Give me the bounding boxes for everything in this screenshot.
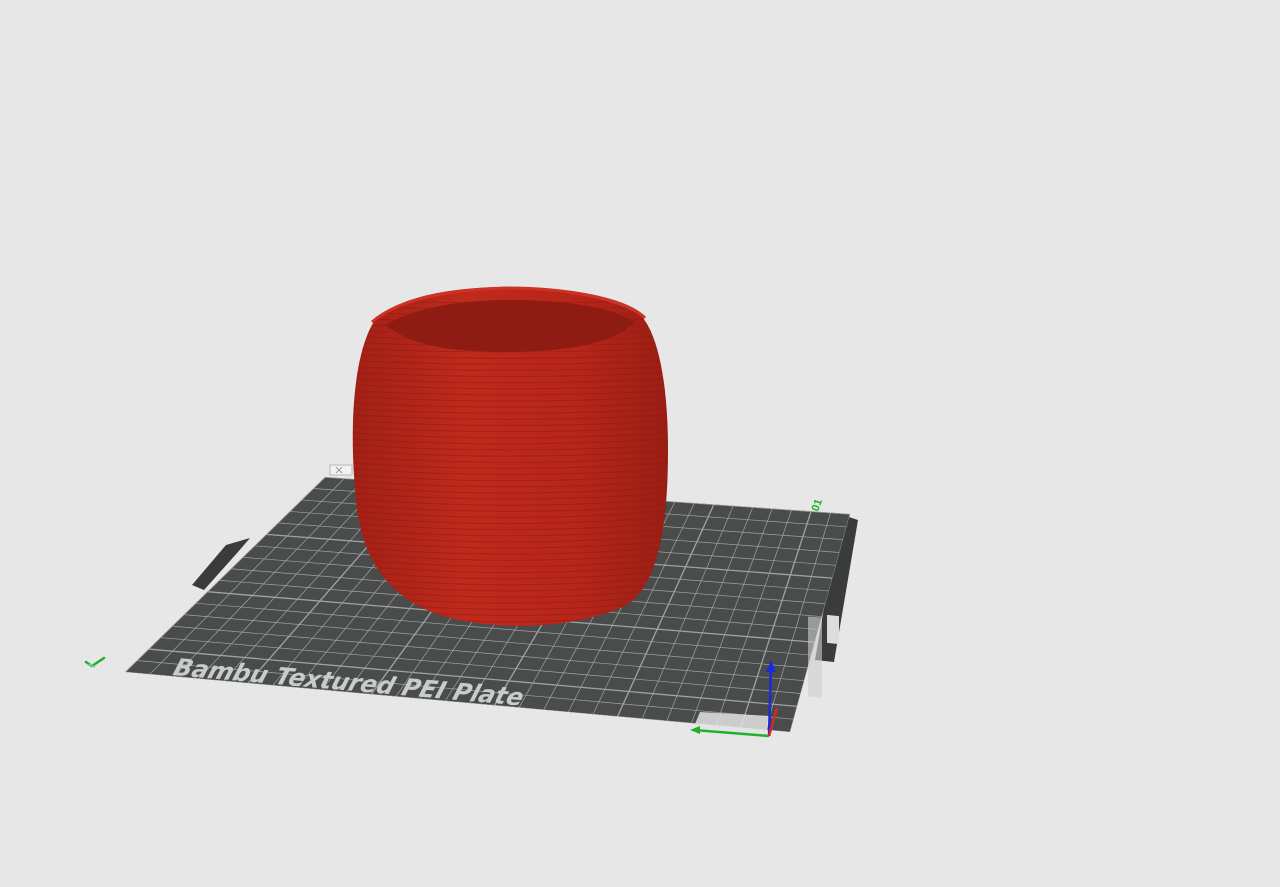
plate-sticker-light (808, 616, 822, 698)
plate-toolbar-icon[interactable] (329, 464, 353, 476)
plate-number: 01 (810, 497, 825, 513)
green-check-icon[interactable] (84, 656, 106, 668)
plate-sticker (827, 614, 839, 645)
3d-viewport[interactable]: Bambu Textured PEI Plate 01 (0, 0, 1280, 887)
scene-canvas[interactable]: Bambu Textured PEI Plate 01 (0, 0, 1280, 887)
